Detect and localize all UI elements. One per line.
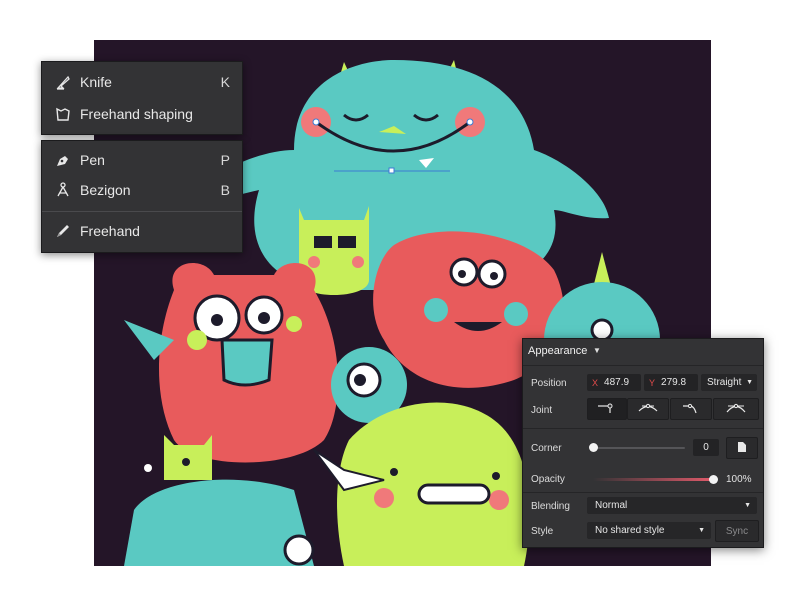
corner-slider-handle[interactable] [589,443,598,452]
tool-bezigon[interactable]: Bezigon B [42,177,242,203]
point-type-value: Straight [707,377,742,388]
divider [523,428,763,429]
joint-asymmetric-button[interactable] [670,398,712,420]
tool-label: Bezigon [80,182,131,198]
y-value: 279.8 [661,377,687,388]
shortcut-key: K [220,74,230,90]
corner-slider[interactable] [593,447,685,449]
freehand-shaping-icon [52,103,74,125]
chevron-down-icon[interactable]: ▼ [593,346,601,355]
tool-knife[interactable]: Knife K [42,69,242,95]
opacity-label: Opacity [531,474,565,485]
bezigon-icon [52,179,74,201]
style-dropdown[interactable]: No shared style ▼ [587,522,711,539]
appearance-panel: Appearance ▼ Position X 487.9 Y 279.8 St… [522,338,764,548]
shortcut-key: P [220,152,230,168]
divider [42,211,242,212]
divider [523,365,763,366]
style-value: No shared style [595,525,665,536]
chevron-down-icon: ▼ [698,527,705,534]
blending-label: Blending [531,501,570,512]
chevron-down-icon: ▼ [746,379,753,386]
blending-dropdown[interactable]: Normal ▼ [587,497,757,514]
sync-label: Sync [725,525,749,537]
panel-title[interactable]: Appearance [528,345,587,357]
x-field[interactable]: X 487.9 [587,374,641,391]
joint-symmetric-button[interactable] [713,398,759,420]
tool-label: Pen [80,152,105,168]
opacity-value: 100% [726,474,752,485]
joint-asymmetric-icon [680,402,702,417]
tool-flyout-knife: Knife K Freehand shaping [41,61,243,135]
joint-label: Joint [531,405,553,416]
tool-label: Freehand [80,223,140,239]
tool-freehand-shaping[interactable]: Freehand shaping [42,101,242,127]
tool-flyout-pen: Pen P Bezigon B Freehand [41,140,243,253]
point-type-dropdown[interactable]: Straight ▼ [701,374,757,391]
y-axis-label: Y [649,377,656,388]
pen-icon [52,149,74,171]
tool-label: Freehand shaping [80,106,193,122]
shortcut-key: B [220,182,230,198]
page-icon [737,441,747,456]
x-value: 487.9 [604,377,630,388]
style-label: Style [531,526,554,537]
corner-value: 0 [703,442,709,453]
pencil-icon [52,220,74,242]
corner-field[interactable]: 0 [693,439,719,456]
joint-sharp-button[interactable] [587,398,627,420]
corner-label: Corner [531,443,562,454]
joint-smooth-button[interactable] [627,398,669,420]
tool-freehand[interactable]: Freehand [42,218,242,244]
blending-value: Normal [595,500,628,511]
opacity-slider-handle[interactable] [709,475,718,484]
position-label: Position [531,378,567,389]
sync-button[interactable]: Sync [715,520,759,542]
y-field[interactable]: Y 279.8 [644,374,698,391]
chevron-down-icon: ▼ [744,502,751,509]
corner-options-button[interactable] [726,437,758,459]
joint-sharp-icon [596,402,618,417]
joint-symmetric-icon [725,402,747,417]
x-axis-label: X [592,377,599,388]
tool-pen[interactable]: Pen P [42,147,242,173]
divider [523,492,763,493]
knife-icon [52,71,74,93]
joint-smooth-icon [637,402,659,417]
opacity-slider[interactable] [593,478,713,481]
tool-label: Knife [80,74,112,90]
